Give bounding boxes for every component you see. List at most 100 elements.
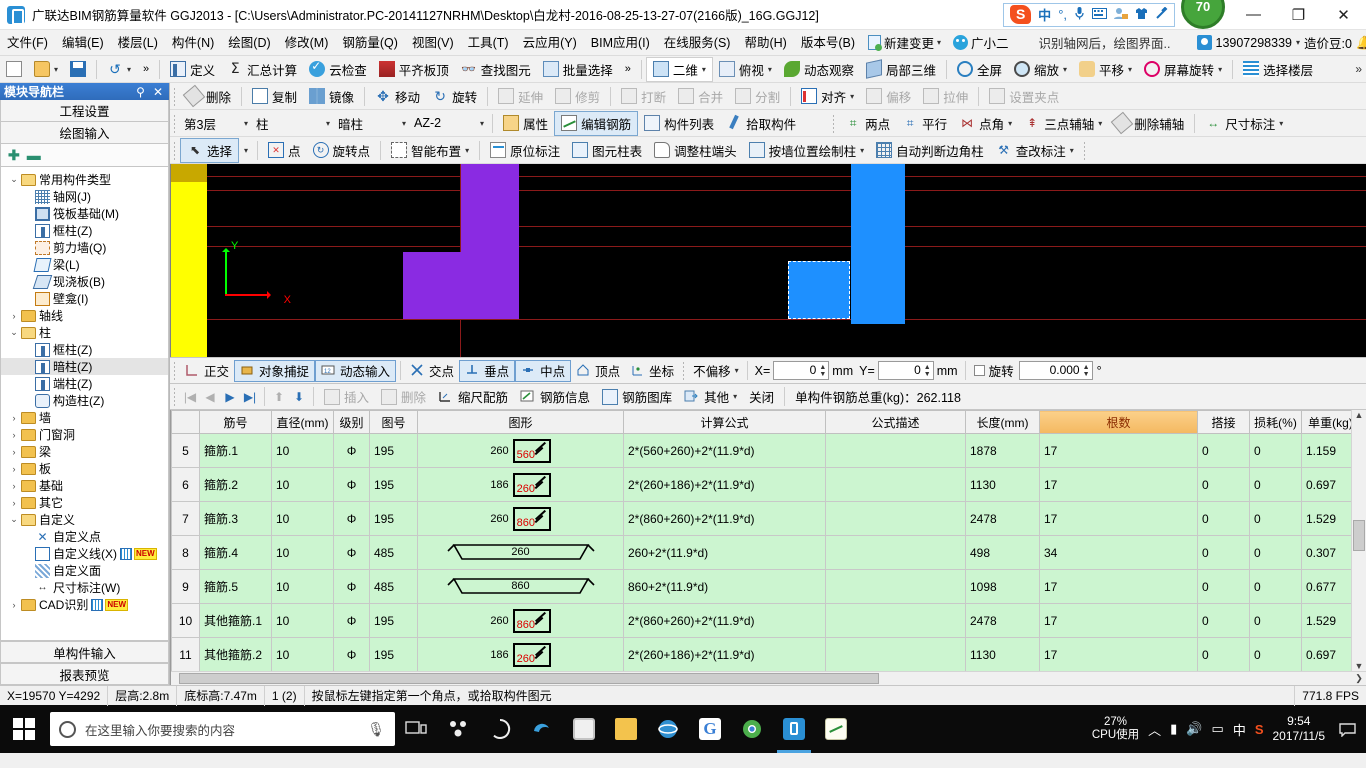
nav-prev-button[interactable]: ◀ <box>200 390 220 404</box>
x-spinner[interactable]: ▲ ▼ <box>817 362 828 379</box>
cell-idx[interactable]: 9 <box>171 569 200 604</box>
tree-item-24[interactable]: ↔ 尺寸标注(W) <box>1 579 168 596</box>
tree-item-4[interactable]: 剪力墙(Q) <box>1 239 168 256</box>
menu-item-file[interactable]: 文件(F) <box>0 30 55 56</box>
batch-select-button[interactable]: 批量选择 <box>537 57 619 82</box>
tree-item-14[interactable]: › 墙 <box>1 409 168 426</box>
menu-item-member[interactable]: 构件(N) <box>165 30 221 56</box>
cell-shape[interactable]: 260 860 <box>417 603 624 638</box>
ime-skin-icon[interactable] <box>1135 7 1148 23</box>
taskbar-app-ggj[interactable] <box>773 705 815 753</box>
close-button[interactable]: ✕ <box>1321 0 1366 30</box>
screen-rotate-chevron-down-icon[interactable]: ▾ <box>1218 65 1222 74</box>
zoom-button[interactable]: 缩放 ▾ <box>1008 57 1073 82</box>
tree-item-6[interactable]: 现浇板(B) <box>1 273 168 290</box>
tree-expand-icon[interactable]: › <box>7 464 21 474</box>
cloud-check-button[interactable]: 云检查 <box>303 57 373 82</box>
toolbar-grip-5[interactable] <box>1082 140 1087 160</box>
table-header-loss[interactable]: 损耗(%) <box>1249 410 1302 434</box>
rebarbar-grip[interactable] <box>173 387 177 406</box>
split-button[interactable]: 分割 <box>729 84 786 109</box>
drawing-canvas[interactable]: Y X <box>170 164 1366 357</box>
pin-icon[interactable]: ⚲ <box>136 85 145 99</box>
x-input[interactable]: 0 ▲ ▼ <box>773 361 830 380</box>
undo-chevron-down-icon[interactable]: ▾ <box>127 65 131 74</box>
toolbar-grip[interactable] <box>173 86 177 106</box>
table-row[interactable]: 7 箍筋.3 10 Φ 195 260 860 2*(860+260)+2*(11.9*d) 2… <box>171 501 1351 536</box>
microphone-icon[interactable]: 🎙 <box>367 721 385 738</box>
cell-unitw[interactable]: 0.307 <box>1301 535 1351 570</box>
scroll-down-icon[interactable]: ▼ <box>1355 661 1364 671</box>
menu-item-version[interactable]: 版本号(B) <box>794 30 862 56</box>
table-header-count[interactable]: 根数 <box>1039 410 1198 434</box>
account-area[interactable]: 13907298339 ▾ 造价豆:0 🔔 <box>1196 33 1366 52</box>
tree-expand-icon[interactable]: › <box>7 447 21 457</box>
in-place-note-button[interactable]: 原位标注 <box>484 138 566 163</box>
cell-count[interactable]: 17 <box>1039 569 1198 604</box>
canvas-shape-blue-selected[interactable] <box>788 261 850 319</box>
pick-member-button[interactable]: 拾取构件 <box>720 111 802 136</box>
taskbar-app-google[interactable]: G <box>689 705 731 753</box>
ime-tools-icon[interactable] <box>1155 6 1168 23</box>
toolbar-grip-4[interactable] <box>173 140 177 160</box>
cell-shape[interactable]: 186 260 <box>417 467 624 502</box>
tree-item-18[interactable]: › 基础 <box>1 477 168 494</box>
floor-select[interactable]: 第3层 ▾ <box>180 114 252 133</box>
tree-expand-icon[interactable]: › <box>7 498 21 508</box>
tray-expand-icon[interactable]: ︿ <box>1148 720 1161 739</box>
table-vertical-scrollbar[interactable]: ▲ ▼ <box>1351 410 1366 671</box>
cell-unitw[interactable]: 1.159 <box>1301 433 1351 468</box>
new-change-button[interactable]: 新建变更 ▾ <box>862 33 947 52</box>
table-row[interactable]: 9 箍筋.5 10 Φ 485 860 860+2*(11.9*d) 1098 17 0 0 0.67… <box>171 569 1351 604</box>
toolbar-overflow-3[interactable]: » <box>1355 62 1362 76</box>
two-point-button[interactable]: ⌗ 两点 <box>839 111 896 136</box>
pan-chevron-down-icon[interactable]: ▾ <box>1128 65 1132 74</box>
table-header-unitw[interactable]: 单重(kg) <box>1301 410 1351 434</box>
single-member-input-button[interactable]: 单构件输入 <box>0 641 169 663</box>
snap-toggle-object-snap[interactable]: 对象捕捉 <box>234 359 316 382</box>
table-header-idx[interactable] <box>171 410 200 434</box>
snap-toggle-ortho[interactable]: 正交 <box>180 360 234 382</box>
offset-mode-chevron-down-icon[interactable]: ▾ <box>735 366 739 375</box>
cell-desc[interactable] <box>825 637 966 671</box>
cell-dia[interactable]: 10 <box>271 501 334 536</box>
tree-expand-icon[interactable]: › <box>7 481 21 491</box>
cell-idx[interactable]: 8 <box>171 535 200 570</box>
cell-count[interactable]: 34 <box>1039 535 1198 570</box>
cell-formula[interactable]: 2*(860+260)+2*(11.9*d) <box>623 603 826 638</box>
floor-chevron-down-icon[interactable]: ▾ <box>244 119 248 128</box>
other-button[interactable]: 其他 ▾ <box>678 384 743 409</box>
rebar-library-button[interactable]: 钢筋图库 <box>596 384 678 409</box>
cell-dia[interactable]: 10 <box>271 603 334 638</box>
select-floor-button[interactable]: 选择楼层 <box>1237 57 1319 82</box>
tree-expand-icon[interactable]: › <box>7 600 21 610</box>
tree-item-3[interactable]: 框柱(Z) <box>1 222 168 239</box>
cell-idx[interactable]: 6 <box>171 467 200 502</box>
table-row[interactable]: 6 箍筋.2 10 Φ 195 186 260 2*(260+186)+2*(11.9*d) 1… <box>171 467 1351 502</box>
cell-unitw[interactable]: 0.677 <box>1301 569 1351 604</box>
menu-item-online[interactable]: 在线服务(S) <box>657 30 738 56</box>
tree-item-10[interactable]: 框柱(Z) <box>1 341 168 358</box>
cell-dia[interactable]: 10 <box>271 433 334 468</box>
rotate-spinner[interactable]: ▲ ▼ <box>1081 362 1092 379</box>
cell-lap[interactable]: 0 <box>1197 433 1250 468</box>
cell-lap[interactable]: 0 <box>1197 569 1250 604</box>
sogou-logo-icon[interactable]: S <box>1010 5 1032 24</box>
member-chevron-down-icon[interactable]: ▾ <box>480 119 484 128</box>
collapse-all-icon[interactable]: ▬ <box>27 148 41 162</box>
delete-button[interactable]: 删除 <box>180 84 237 109</box>
cell-lap[interactable]: 0 <box>1197 501 1250 536</box>
cell-idx[interactable]: 10 <box>171 603 200 638</box>
table-horizontal-scrollbar[interactable]: ❯ <box>171 671 1366 685</box>
cell-unitw[interactable]: 0.697 <box>1301 467 1351 502</box>
cell-dia[interactable]: 10 <box>271 467 334 502</box>
rotate-point-button[interactable]: ↻ 旋转点 <box>307 138 377 163</box>
menu-item-floor[interactable]: 楼层(L) <box>111 30 165 56</box>
stretch-button[interactable]: 拉伸 <box>917 84 974 109</box>
member-list-button[interactable]: 构件列表 <box>638 111 720 136</box>
cell-unitw[interactable]: 1.529 <box>1301 603 1351 638</box>
adjust-column-end-button[interactable]: 调整柱端头 <box>648 138 743 163</box>
tree-collapse-icon[interactable]: ⌄ <box>7 327 21 338</box>
cell-name[interactable]: 箍筋.1 <box>199 433 272 468</box>
extend-button[interactable]: 延伸 <box>492 84 549 109</box>
